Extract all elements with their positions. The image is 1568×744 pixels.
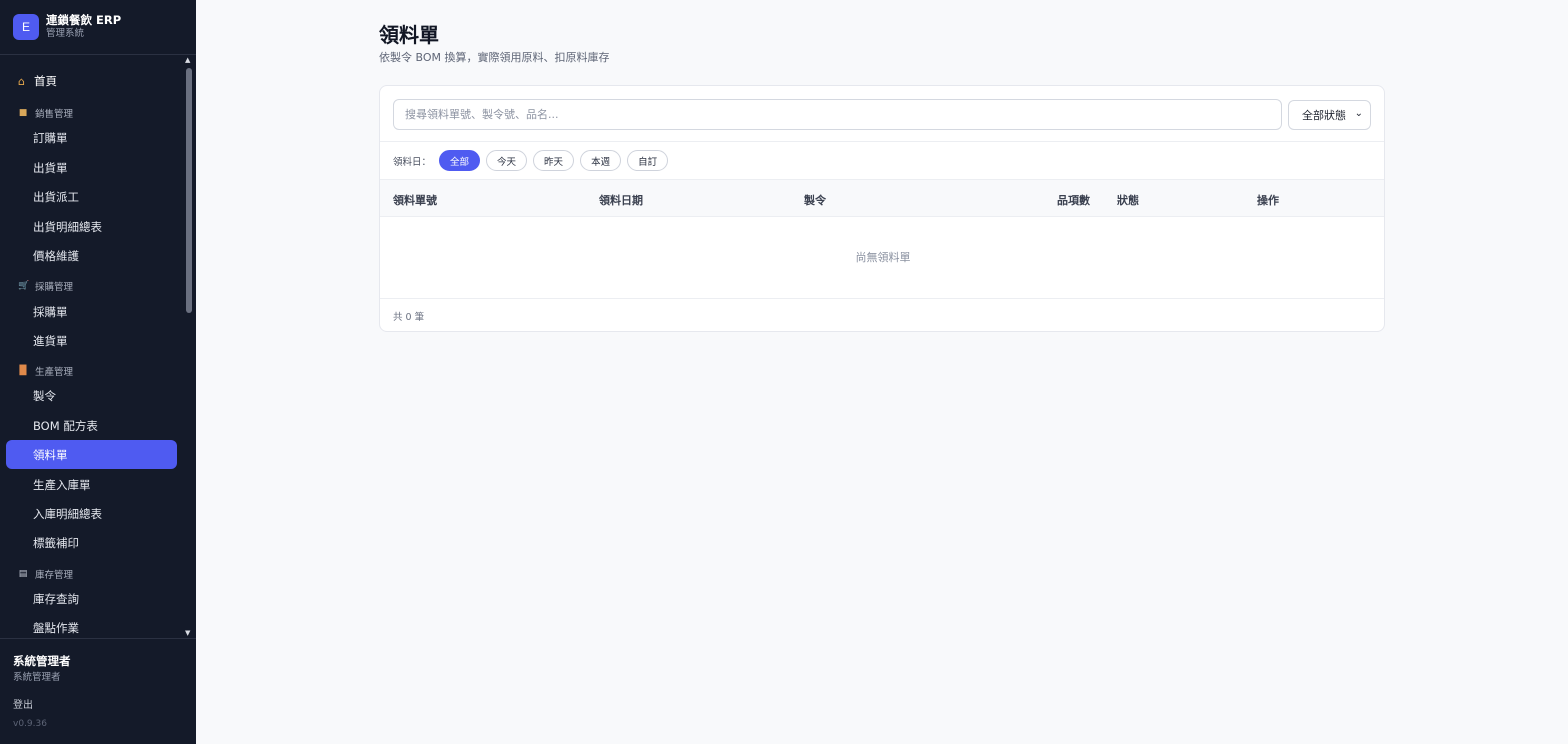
section-label: 銷售管理 <box>35 109 74 120</box>
sidebar-item-stock-query[interactable]: 庫存查詢 <box>6 584 177 613</box>
column-header-item-count[interactable]: 品項數 <box>1057 192 1090 208</box>
page-description: 依製令 BOM 換算，實際領用原料、扣原料庫存 <box>379 51 610 64</box>
sidebar: E 連鎖餐飲 ERP 管理系統 ⌂ 首頁 ■ 銷售管理 訂購單 出貨單 出貨派工… <box>0 0 196 744</box>
section-inventory: ▤ 庫存管理 <box>18 567 73 581</box>
brand-title: 連鎖餐飲 ERP <box>46 13 122 28</box>
sidebar-item-pricing[interactable]: 價格維護 <box>6 241 177 270</box>
empty-state: 尚無領料單 <box>855 251 911 264</box>
section-label: 生產管理 <box>35 367 74 378</box>
section-label: 採購管理 <box>35 282 74 293</box>
total-count: 共 0 筆 <box>393 312 425 323</box>
status-select[interactable]: 全部狀態 ⌄ <box>1288 100 1371 130</box>
column-header-requisition-date[interactable]: 領料日期 <box>599 192 643 208</box>
date-chip-yesterday[interactable]: 昨天 <box>533 150 575 171</box>
sidebar-item-dispatch[interactable]: 出貨派工 <box>6 182 177 211</box>
app-version: v0.9.36 <box>13 719 47 729</box>
date-chip-this-week[interactable]: 本週 <box>580 150 622 171</box>
date-chip-custom[interactable]: 自訂 <box>627 150 669 171</box>
sidebar-item-purchase-order[interactable]: 採購單 <box>6 297 177 326</box>
sidebar-item-label-reprint[interactable]: 標籤補印 <box>6 528 177 557</box>
logout-link[interactable]: 登出 <box>13 696 33 711</box>
sidebar-item-home[interactable]: ⌂ 首頁 <box>18 72 57 90</box>
search-input[interactable] <box>393 99 1282 130</box>
brand[interactable]: E 連鎖餐飲 ERP 管理系統 <box>0 0 196 55</box>
sidebar-item-stocktake[interactable]: 盤點作業 <box>6 613 177 638</box>
requisition-list-card: 全部狀態 ⌄ 領料日： 全部 今天 昨天 本週 自訂 領料單號 領料日期 製令 … <box>379 85 1385 332</box>
brand-logo: E <box>13 14 39 40</box>
date-filter: 領料日： 全部 今天 昨天 本週 自訂 <box>380 141 1384 179</box>
brand-subtitle: 管理系統 <box>46 28 85 40</box>
sidebar-item-shipment[interactable]: 出貨單 <box>6 153 177 182</box>
section-production: █ 生產管理 <box>18 364 73 378</box>
chevron-down-icon: ⌄ <box>1354 108 1363 119</box>
date-filter-label: 領料日： <box>393 156 432 168</box>
sidebar-item-bom[interactable]: BOM 配方表 <box>6 411 177 440</box>
user-role: 系統管理者 <box>13 672 61 683</box>
section-sales: ■ 銷售管理 <box>18 106 73 120</box>
sidebar-item-material-requisition[interactable]: 領料單 <box>6 440 177 469</box>
column-header-requisition-no[interactable]: 領料單號 <box>393 192 437 208</box>
column-header-status[interactable]: 狀態 <box>1117 192 1139 208</box>
date-chip-all[interactable]: 全部 <box>439 150 481 171</box>
scroll-up-icon[interactable]: ▲ <box>185 56 190 64</box>
box-icon: ■ <box>18 108 28 118</box>
column-header-work-order[interactable]: 製令 <box>804 192 826 208</box>
factory-icon: █ <box>19 366 27 376</box>
page-title: 領料單 <box>379 23 439 47</box>
sidebar-item-shipment-detail[interactable]: 出貨明細總表 <box>6 212 177 241</box>
warehouse-icon: ▤ <box>18 569 28 579</box>
sidebar-nav: ⌂ 首頁 ■ 銷售管理 訂購單 出貨單 出貨派工 出貨明細總表 價格維護 🛒 採… <box>0 55 196 638</box>
home-icon: ⌂ <box>18 74 25 88</box>
table-header: 領料單號 領料日期 製令 品項數 狀態 操作 <box>380 179 1384 217</box>
user-name: 系統管理者 <box>13 654 71 668</box>
sidebar-item-work-order[interactable]: 製令 <box>6 381 177 410</box>
section-label: 庫存管理 <box>35 570 74 581</box>
sidebar-item-production-receipt[interactable]: 生產入庫單 <box>6 470 177 499</box>
scroll-down-icon[interactable]: ▼ <box>185 629 190 637</box>
cart-icon: 🛒 <box>18 281 30 291</box>
scrollbar-thumb[interactable] <box>186 68 192 313</box>
sidebar-item-order[interactable]: 訂購單 <box>6 123 177 152</box>
sidebar-item-receiving[interactable]: 進貨單 <box>6 326 177 355</box>
table-footer: 共 0 筆 <box>380 298 1384 331</box>
status-select-value: 全部狀態 <box>1302 109 1346 122</box>
sidebar-footer: 系統管理者 系統管理者 登出 v0.9.36 <box>0 638 196 744</box>
date-chip-today[interactable]: 今天 <box>486 150 528 171</box>
section-purchase: 🛒 採購管理 <box>18 279 73 293</box>
sidebar-item-label: 首頁 <box>33 74 57 88</box>
sidebar-scrollbar[interactable]: ▲ ▼ <box>184 55 194 638</box>
sidebar-item-receipt-detail[interactable]: 入庫明細總表 <box>6 499 177 528</box>
column-header-actions: 操作 <box>1257 194 1279 207</box>
